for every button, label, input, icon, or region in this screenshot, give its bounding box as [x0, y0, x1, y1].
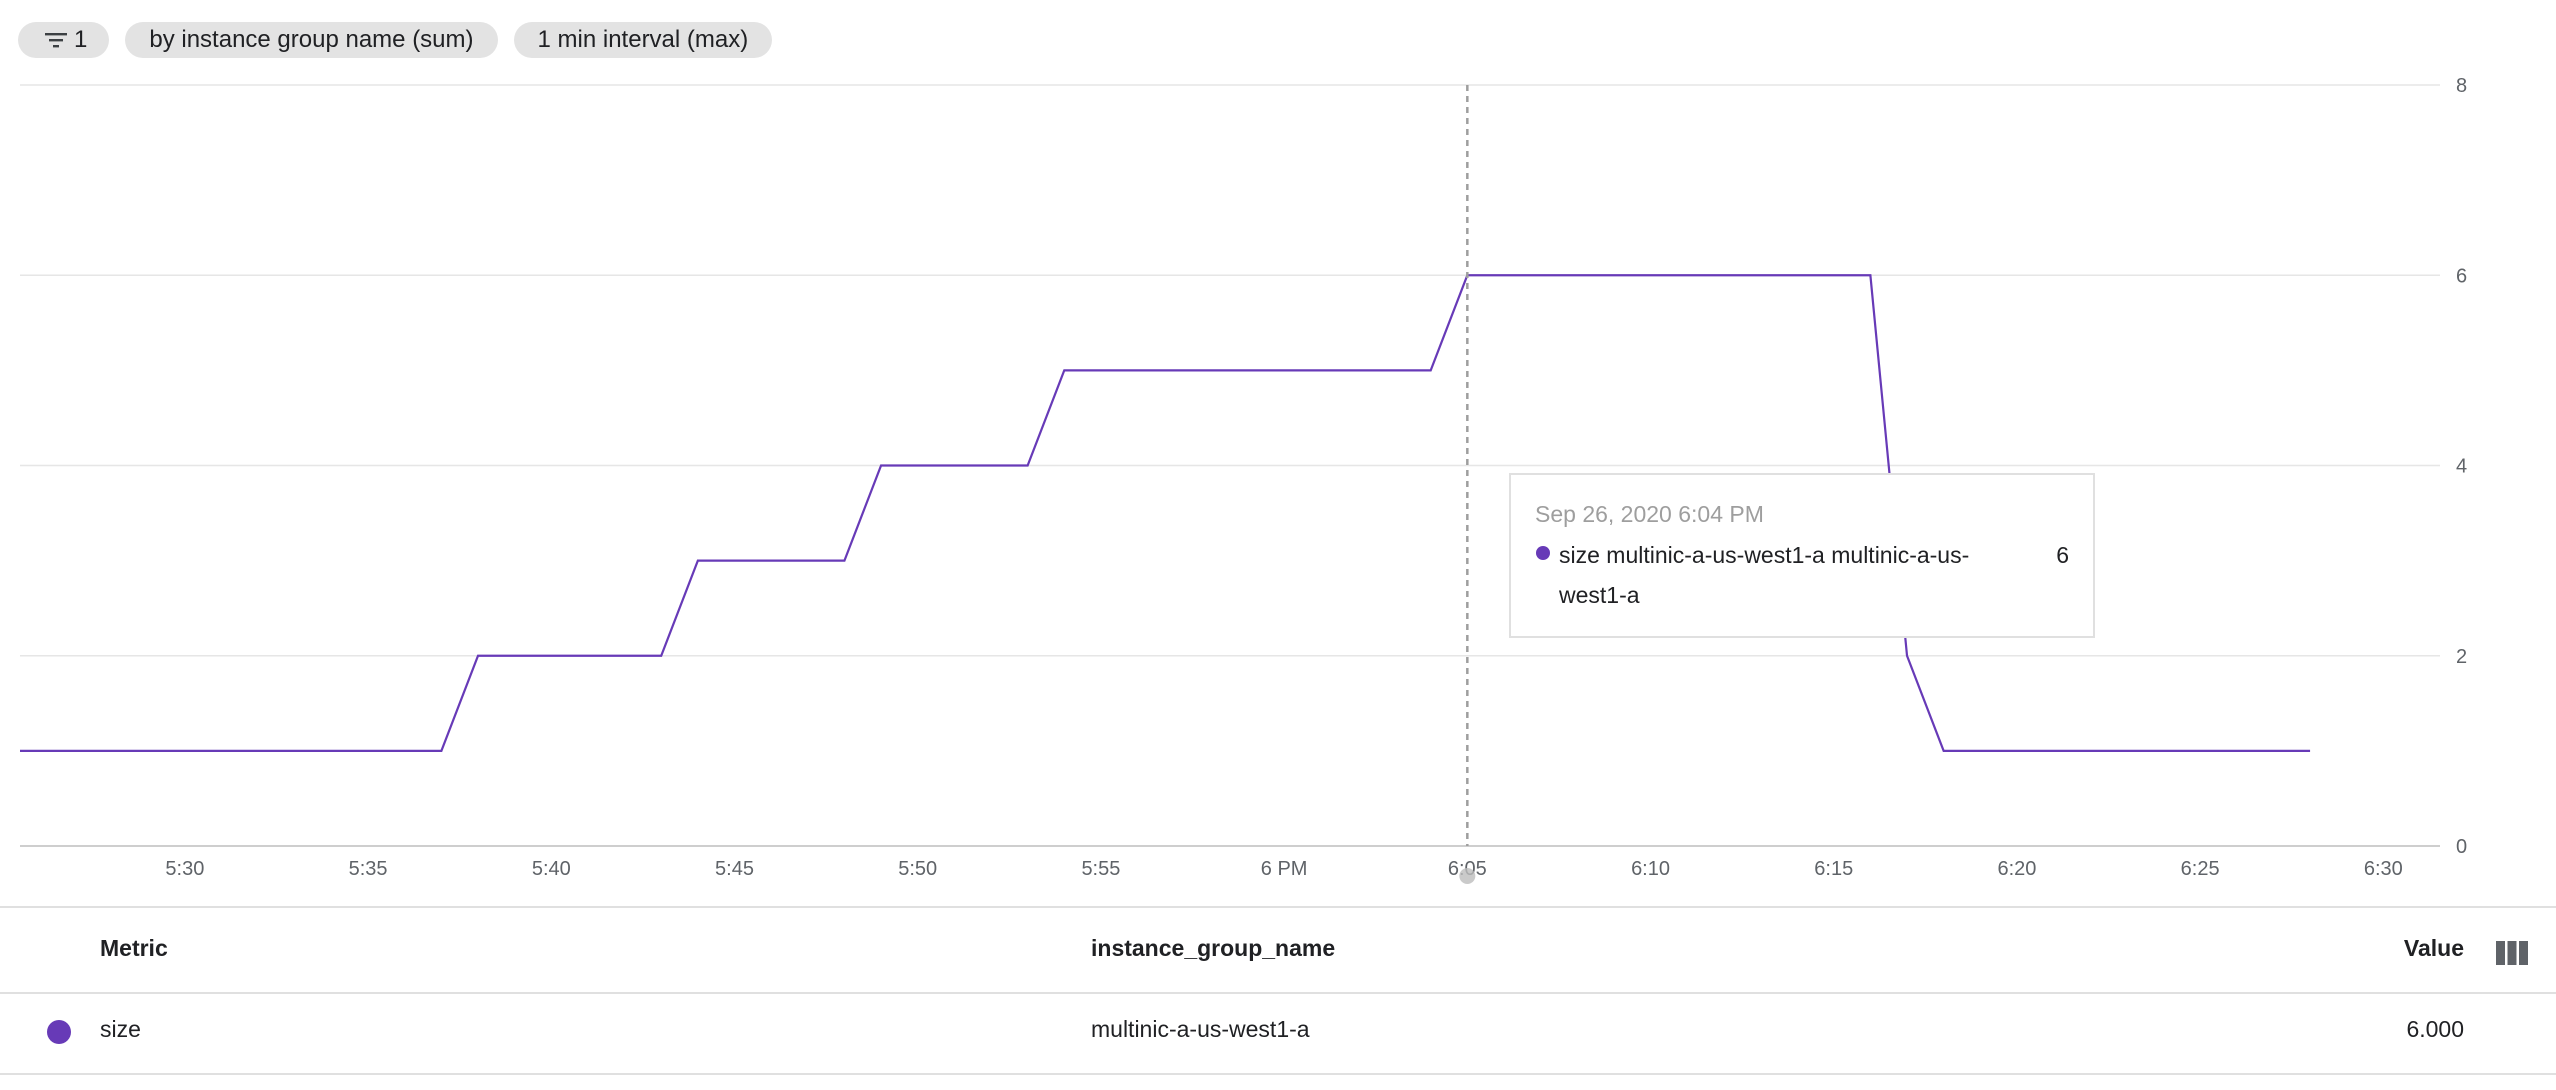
x-tick-label: 6:25 — [2181, 858, 2220, 880]
tooltip-series-dot — [1536, 546, 1550, 560]
x-tick-label: 5:35 — [349, 858, 388, 880]
x-tick-label: 5:55 — [1081, 858, 1120, 880]
x-tick-label: 6 PM — [1261, 858, 1308, 880]
y-tick-label: 8 — [2456, 75, 2467, 97]
x-tick-label: 5:45 — [715, 858, 754, 880]
row-group: multinic-a-us-west1-a — [1091, 1016, 1310, 1042]
interval-label: 1 min interval (max) — [537, 26, 749, 53]
y-tick-label: 4 — [2456, 456, 2467, 478]
cursor-handle — [1459, 868, 1476, 884]
x-tick-label: 6:10 — [1631, 858, 1670, 880]
group-by-label: by instance group name (sum) — [149, 26, 474, 53]
chart-tooltip: Sep 26, 2020 6:04 PM size multinic-a-us-… — [1509, 473, 2095, 638]
x-tick-label: 5:30 — [165, 858, 204, 880]
line-chart[interactable]: 024685:305:355:405:455:505:556 PM6:056:1… — [0, 60, 2556, 900]
tooltip-series-label: size multinic-a-us-west1-a multinic-a-us… — [1559, 542, 1970, 608]
tooltip-date: Sep 26, 2020 6:04 PM — [1535, 501, 1764, 527]
x-tick-label: 5:50 — [898, 858, 937, 880]
x-tick-label: 5:40 — [532, 858, 571, 880]
value-column-header[interactable]: Value — [2404, 935, 2464, 962]
filter-count: 1 — [74, 26, 88, 53]
y-tick-label: 2 — [2456, 646, 2467, 668]
series-color-dot — [47, 1020, 71, 1044]
y-tick-label: 6 — [2456, 265, 2467, 287]
row-metric: size — [100, 1016, 141, 1042]
interval-chip[interactable]: 1 min interval (max) — [513, 22, 773, 58]
row-divider — [0, 1073, 2556, 1075]
x-tick-label: 6:20 — [1997, 858, 2036, 880]
filter-icon — [45, 33, 67, 48]
y-tick-label: 0 — [2456, 836, 2467, 858]
row-value: 6.000 — [2406, 1016, 2464, 1042]
x-tick-label: 6:15 — [1814, 858, 1853, 880]
group-by-chip[interactable]: by instance group name (sum) — [125, 22, 498, 58]
chip-bar: 1 by instance group name (sum) 1 min int… — [18, 22, 773, 58]
tooltip-value: 6 — [2056, 542, 2069, 568]
column-picker-icon[interactable] — [2495, 940, 2529, 966]
x-tick-label: 6:30 — [2364, 858, 2403, 880]
group-column-header[interactable]: instance_group_name — [1091, 935, 1335, 962]
table-top-divider — [0, 906, 2556, 908]
header-divider — [0, 992, 2556, 994]
filter-chip[interactable]: 1 — [18, 22, 110, 58]
metric-column-header[interactable]: Metric — [100, 935, 168, 962]
